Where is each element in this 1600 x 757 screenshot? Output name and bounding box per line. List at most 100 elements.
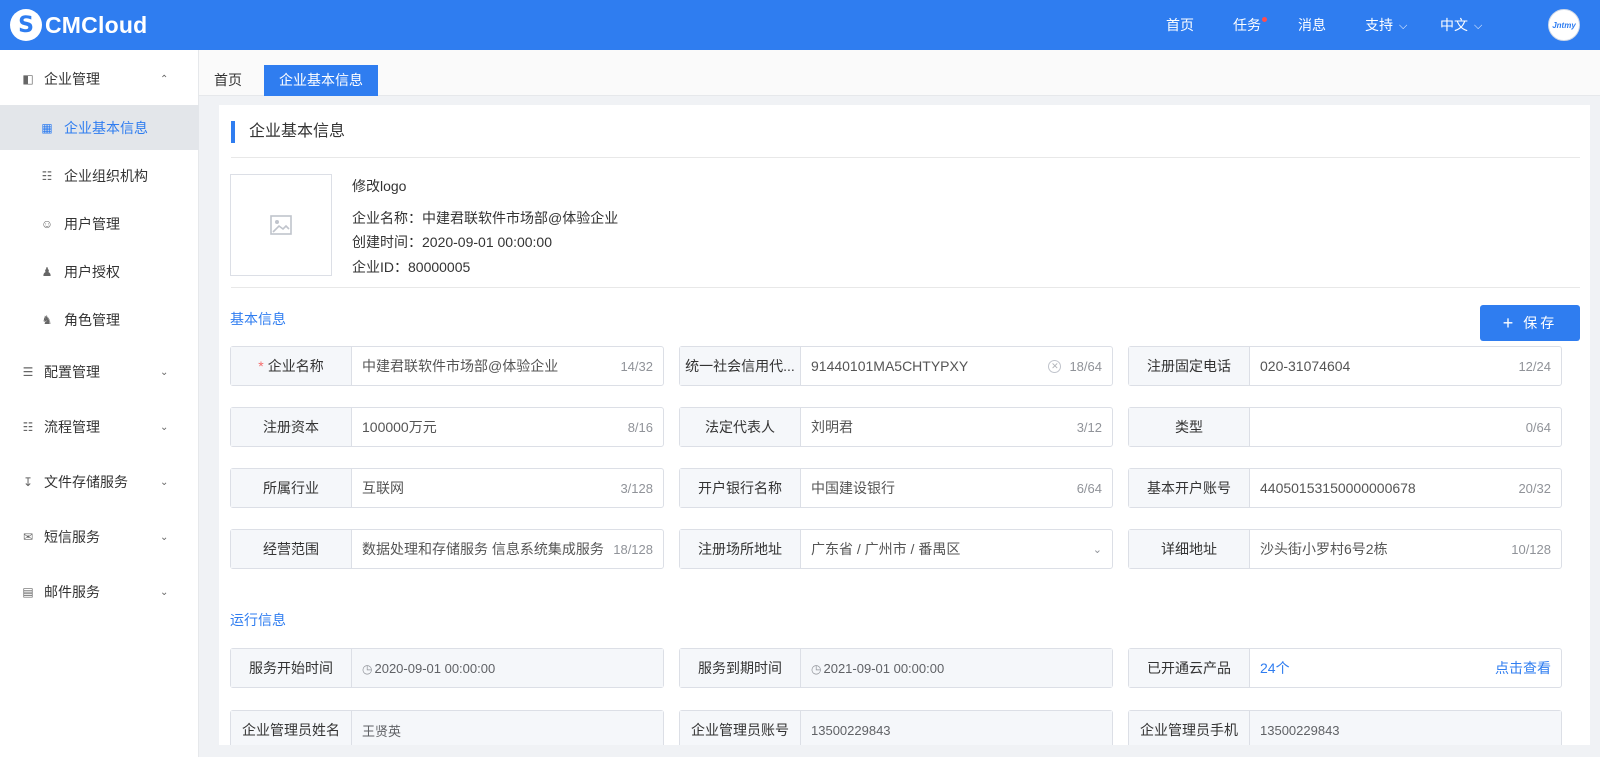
field-reg-address: 注册场所地址 广东省 / 广州市 / 番禺区 ⌄ (679, 529, 1113, 569)
sidebar-item-label: 用户授权 (64, 263, 120, 280)
char-count: 3/12 (1076, 419, 1102, 435)
field-capital: 注册资本 100000万元 8/16 (230, 407, 664, 447)
field-company-name: * 企业名称 中建君联软件市场部@体验企业 14/32 (230, 346, 664, 386)
char-count: 6/64 (1076, 480, 1102, 496)
download-box-icon: ↧ (22, 475, 34, 489)
field-label: 注册固定电话 (1129, 347, 1250, 385)
nav-messages[interactable]: 消息 (1298, 0, 1326, 50)
notification-dot-icon (1262, 17, 1267, 22)
field-type: 类型 0/64 (1128, 407, 1562, 447)
field-label: 法定代表人 (680, 408, 801, 446)
sidebar-group-config[interactable]: ☰ 配置管理 ⌄ (0, 347, 199, 397)
field-detail-address: 详细地址 沙头街小罗村6号2栋 10/128 (1128, 529, 1562, 569)
brand-logo[interactable]: S CMCloud (10, 9, 147, 41)
run-info-section-title: 运行信息 (230, 612, 286, 628)
tab-home[interactable]: 首页 (199, 65, 257, 96)
view-products-link[interactable]: 点击查看 (1495, 658, 1551, 678)
layers-icon: ☰ (22, 365, 34, 379)
field-value: 100000万元 (362, 419, 437, 435)
nav-language[interactable]: 中文 ⌵ (1440, 0, 1482, 50)
field-credit-code: 统一社会信用代... 91440101MA5CHTYPXY ✕ 18/64 (679, 346, 1113, 386)
chevron-down-icon: ⌄ (160, 586, 169, 598)
sidebar-item-basic-info[interactable]: ▦ 企业基本信息 (0, 105, 199, 150)
field-label-text: 企业名称 (267, 358, 324, 374)
phone-input[interactable]: 020-31074604 12/24 (1250, 347, 1561, 385)
company-logo-placeholder[interactable] (230, 174, 332, 276)
sidebar-group-file-storage[interactable]: ↧ 文件存储服务 ⌄ (0, 457, 199, 507)
sidebar-item-user-auth[interactable]: ♟ 用户授权 (0, 249, 199, 294)
char-count: 18/64 (1069, 358, 1102, 374)
company-name-input[interactable]: 中建君联软件市场部@体验企业 14/32 (352, 347, 663, 385)
industry-input[interactable]: 互联网 3/128 (352, 469, 663, 507)
nav-support-label: 支持 (1365, 17, 1393, 33)
sidebar-item-users[interactable]: ☺ 用户管理 (0, 201, 199, 246)
sidebar-group-label: 企业管理 (44, 71, 100, 87)
field-value: 13500229843 (811, 722, 891, 738)
field-label: 经营范围 (231, 530, 352, 568)
scope-input[interactable]: 数据处理和存储服务 信息系统集成服务 18/128 (352, 530, 663, 568)
field-service-end: 服务到期时间 ◷ 2021-09-01 00:00:00 (679, 648, 1113, 688)
chevron-up-icon: ⌃ (160, 73, 169, 85)
field-value: 2021-09-01 00:00:00 (823, 660, 945, 676)
credit-code-input[interactable]: 91440101MA5CHTYPXY ✕ 18/64 (801, 347, 1112, 385)
save-button[interactable]: + 保存 (1480, 305, 1580, 341)
main-panel: 企业基本信息 修改logo 企业名称：中建君联软件市场部@体验企业 创建时间：2… (219, 105, 1590, 745)
field-value-wrap: ◷ 2021-09-01 00:00:00 (811, 661, 1102, 676)
reg-address-select[interactable]: 广东省 / 广州市 / 番禺区 ⌄ (801, 530, 1112, 568)
field-account: 基本开户账号 44050153150000000678 20/32 (1128, 468, 1562, 508)
tab-basic-info[interactable]: 企业基本信息 (264, 65, 378, 96)
field-label: 企业管理员姓名 (231, 711, 352, 745)
sidebar-group-enterprise[interactable]: ◧ 企业管理 ⌃ (0, 54, 199, 104)
field-products: 已开通云产品 24个 点击查看 (1128, 648, 1562, 688)
field-value: 13500229843 (1260, 722, 1340, 738)
field-label: 服务开始时间 (231, 649, 352, 687)
user-circle-icon: ☺ (40, 216, 54, 231)
nav-home[interactable]: 首页 (1166, 0, 1194, 50)
chevron-down-icon: ⌄ (160, 476, 169, 488)
sidebar-item-roles[interactable]: ♞ 角色管理 (0, 297, 199, 342)
field-label: 详细地址 (1129, 530, 1250, 568)
admin-phone-input: 13500229843 (1250, 711, 1561, 745)
nav-support[interactable]: 支持 ⌵ (1365, 0, 1407, 50)
sidebar-group-label: 流程管理 (44, 419, 100, 435)
sidebar-group-sms[interactable]: ✉ 短信服务 ⌄ (0, 512, 199, 562)
field-phone: 注册固定电话 020-31074604 12/24 (1128, 346, 1562, 386)
char-count: 14/32 (620, 358, 653, 374)
field-value: 020-31074604 (1260, 358, 1351, 374)
avatar[interactable]: Jntmy (1548, 9, 1580, 41)
field-admin-name: 企业管理员姓名 王贤英 (230, 710, 664, 745)
bank-name-input[interactable]: 中国建设银行 6/64 (801, 469, 1112, 507)
sidebar-item-org[interactable]: ☷ 企业组织机构 (0, 153, 199, 198)
field-bank-name: 开户银行名称 中国建设银行 6/64 (679, 468, 1113, 508)
field-value: 44050153150000000678 (1260, 480, 1416, 496)
image-icon (270, 215, 292, 235)
field-value: 91440101MA5CHTYPXY (811, 358, 969, 374)
sidebar-group-email[interactable]: ▤ 邮件服务 ⌄ (0, 567, 199, 617)
field-label: * 企业名称 (231, 347, 352, 385)
clear-icon[interactable]: ✕ (1048, 359, 1062, 373)
user-settings-icon: ♞ (41, 312, 53, 327)
field-scope: 经营范围 数据处理和存储服务 信息系统集成服务 18/128 (230, 529, 664, 569)
char-count: 8/16 (627, 419, 653, 435)
char-count: 20/32 (1518, 480, 1551, 496)
type-input[interactable]: 0/64 (1250, 408, 1561, 446)
sidebar-group-workflow[interactable]: ☷ 流程管理 ⌄ (0, 402, 199, 452)
field-value: 广东省 / 广州市 / 番禺区 (811, 541, 961, 557)
chevron-down-icon: ⌄ (1092, 543, 1102, 556)
change-logo-link[interactable]: 修改logo (352, 176, 406, 196)
sidebar-item-label: 用户管理 (64, 215, 120, 232)
sidebar: ◧ 企业管理 ⌃ ▦ 企业基本信息 ☷ 企业组织机构 ☺ 用户管理 ♟ 用户授权… (0, 50, 199, 757)
envelope-icon: ✉ (22, 530, 34, 544)
service-end-input: ◷ 2021-09-01 00:00:00 (801, 649, 1112, 687)
field-label: 基本开户账号 (1129, 469, 1250, 507)
sidebar-group-label: 邮件服务 (44, 584, 100, 600)
account-input[interactable]: 44050153150000000678 20/32 (1250, 469, 1561, 507)
nav-tasks[interactable]: 任务 (1233, 0, 1267, 50)
capital-input[interactable]: 100000万元 8/16 (352, 408, 663, 446)
char-count: 18/128 (613, 541, 653, 557)
detail-address-input[interactable]: 沙头街小罗村6号2栋 10/128 (1250, 530, 1561, 568)
company-id-info: 企业ID：80000005 (352, 259, 471, 275)
admin-name-input: 王贤英 (352, 711, 663, 745)
field-value: 2020-09-01 00:00:00 (374, 660, 496, 676)
legal-rep-input[interactable]: 刘明君 3/12 (801, 408, 1112, 446)
